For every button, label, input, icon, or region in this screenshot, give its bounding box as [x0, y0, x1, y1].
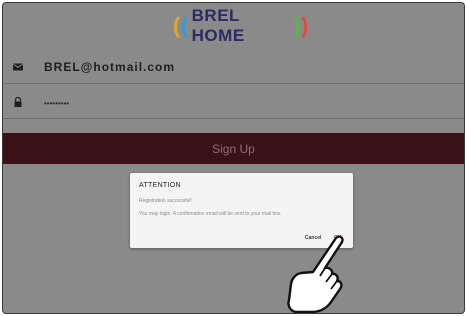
app-screen: (( BREL HOME )) BREL@hotmail.com •••••••…: [2, 2, 465, 314]
brel-home-logo: (( BREL HOME )): [173, 6, 309, 45]
dialog-title: ATTENTION: [139, 182, 181, 189]
password-field[interactable]: •••••••••: [3, 88, 464, 118]
sign-up-button[interactable]: Sign Up: [3, 133, 464, 164]
envelope-icon: [13, 63, 23, 71]
dialog-detail: You may login. A confirmation email will…: [139, 211, 282, 217]
dialog-message: Registration successful!: [139, 198, 192, 204]
header: (( BREL HOME )): [3, 3, 464, 47]
email-field[interactable]: BREL@hotmail.com: [3, 53, 464, 83]
logo-wave-left-outer: (: [173, 13, 181, 38]
email-divider: [3, 83, 464, 84]
password-divider: [3, 118, 464, 119]
logo-text: BREL HOME: [191, 6, 245, 45]
lock-icon: [14, 96, 22, 107]
logo-wave-right-outer: ): [301, 13, 309, 38]
password-value: •••••••••: [44, 99, 70, 108]
logo-wave-left-inner: (: [180, 13, 189, 38]
logo-wave-right-inner: ): [293, 13, 302, 38]
email-value: BREL@hotmail.com: [44, 60, 176, 74]
pointing-hand-icon: [287, 235, 344, 313]
